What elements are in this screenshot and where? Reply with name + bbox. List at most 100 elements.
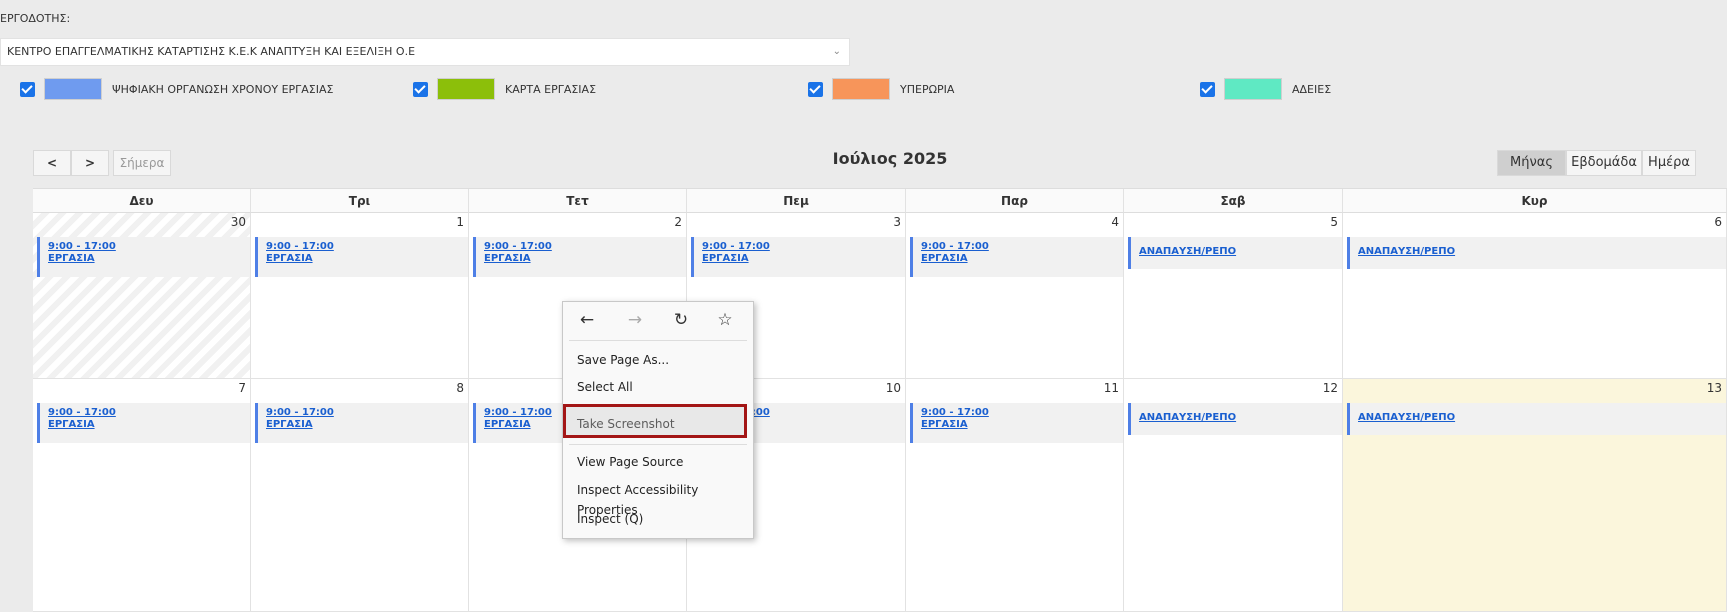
legend-item: ΨΗΦΙΑΚΗ ΟΡΓΑΝΩΣΗ ΧΡΟΝΟΥ ΕΡΓΑΣΙΑΣ: [20, 76, 333, 102]
legend-checkbox[interactable]: [413, 81, 428, 97]
menu-separator: [569, 340, 747, 341]
menu-item-inspect[interactable]: Inspect (Q): [577, 509, 643, 529]
day-cell[interactable]: 13 ΑΝΑΠΑΥΣΗ/ΡΕΠΟ: [1343, 379, 1727, 612]
day-cell[interactable]: 5 ΑΝΑΠΑΥΣΗ/ΡΕΠΟ: [1124, 213, 1343, 379]
view-button[interactable]: Εβδομάδα: [1566, 150, 1642, 176]
chevron-down-icon: ⌄: [832, 46, 841, 57]
calendar-event[interactable]: 9:00 - 17:00ΕΡΓΑΣΙΑ: [255, 237, 468, 277]
day-number: 2: [674, 215, 682, 229]
day-number: 8: [456, 381, 464, 395]
day-number: 13: [1706, 381, 1722, 395]
day-number: 6: [1714, 215, 1722, 229]
calendar-title: Ιούλιος 2025: [832, 149, 948, 168]
event-label-link[interactable]: ΕΡΓΑΣΙΑ: [266, 253, 460, 265]
menu-item-inspect-accessibility[interactable]: Inspect Accessibility Properties: [577, 480, 753, 517]
calendar-event[interactable]: ΑΝΑΠΑΥΣΗ/ΡΕΠΟ: [1347, 237, 1726, 269]
event-label-link[interactable]: ΑΝΑΠΑΥΣΗ/ΡΕΠΟ: [1358, 246, 1718, 258]
legend-color-swatch: [437, 78, 495, 100]
reload-icon[interactable]: ↻: [671, 310, 691, 330]
legend-checkbox[interactable]: [808, 81, 823, 97]
weekday-header: Πεμ: [687, 189, 906, 213]
calendar-event[interactable]: 9:00 - 17:00ΕΡΓΑΣΙΑ: [910, 237, 1123, 277]
legend-label: ΨΗΦΙΑΚΗ ΟΡΓΑΝΩΣΗ ΧΡΟΝΟΥ ΕΡΓΑΣΙΑΣ: [112, 82, 334, 96]
highlight-box: [563, 404, 747, 438]
day-number: 7: [238, 381, 246, 395]
day-number: 30: [230, 215, 246, 229]
legend-item: ΑΔΕΙΕΣ: [1200, 76, 1331, 102]
legend-label: ΚΑΡΤΑ ΕΡΓΑΣΙΑΣ: [505, 82, 597, 96]
calendar-event[interactable]: 9:00 - 17:00ΕΡΓΑΣΙΑ: [910, 403, 1123, 443]
employer-label: ΕΡΓΟΔΟΤΗΣ:: [0, 12, 71, 25]
event-time-link[interactable]: 9:00 - 17:00: [921, 407, 1115, 419]
calendar-event[interactable]: 9:00 - 17:00ΕΡΓΑΣΙΑ: [37, 403, 250, 443]
day-number: 1: [456, 215, 464, 229]
menu-separator: [569, 444, 747, 445]
day-cell[interactable]: 4 9:00 - 17:00 ΕΡΓΑΣΙΑ: [906, 213, 1124, 379]
event-time-link[interactable]: 9:00 - 17:00: [266, 407, 460, 419]
back-arrow-icon[interactable]: ←: [577, 310, 597, 330]
event-label-link[interactable]: ΑΝΑΠΑΥΣΗ/ΡΕΠΟ: [1358, 412, 1718, 424]
calendar-event[interactable]: 9:00 - 17:00ΕΡΓΑΣΙΑ: [255, 403, 468, 443]
bookmark-star-icon[interactable]: ☆: [715, 310, 735, 330]
event-time-link[interactable]: 9:00 - 17:00: [702, 241, 897, 253]
legend-label: ΥΠΕΡΩΡΙΑ: [900, 82, 955, 96]
event-label-link[interactable]: ΕΡΓΑΣΙΑ: [48, 253, 242, 265]
event-label-link[interactable]: ΕΡΓΑΣΙΑ: [484, 253, 678, 265]
legend-item: ΥΠΕΡΩΡΙΑ: [808, 76, 954, 102]
event-time-link[interactable]: 9:00 - 17:00: [266, 241, 460, 253]
event-time-link[interactable]: 9:00 - 17:00: [921, 241, 1115, 253]
day-number: 12: [1322, 381, 1338, 395]
legend-color-swatch: [832, 78, 890, 100]
weekday-header: Κυρ: [1343, 189, 1727, 213]
event-label-link[interactable]: ΕΡΓΑΣΙΑ: [921, 419, 1115, 431]
day-cell[interactable]: 12 ΑΝΑΠΑΥΣΗ/ΡΕΠΟ: [1124, 379, 1343, 612]
view-button[interactable]: Μήνας: [1497, 150, 1566, 176]
event-time-link[interactable]: 9:00 - 17:00: [484, 241, 678, 253]
employer-select[interactable]: ΚΕΝΤΡΟ ΕΠΑΓΓΕΛΜΑΤΙΚΗΣ ΚΑΤΑΡΤΙΣΗΣ Κ.Ε.Κ Α…: [0, 38, 850, 66]
menu-item-view-page-source[interactable]: View Page Source: [577, 452, 683, 472]
month-grid: Δευ Τρι Τετ Πεμ Παρ Σαβ Κυρ 30 9:00 - 17:00 ΕΡΓΑΣ…: [33, 188, 1727, 612]
today-button[interactable]: Σήμερα: [113, 150, 171, 176]
calendar-event[interactable]: 9:00 - 17:00ΕΡΓΑΣΙΑ: [37, 237, 250, 277]
legend-checkbox[interactable]: [20, 81, 35, 97]
day-cell[interactable]: 8 9:00 - 17:00 ΕΡΓΑΣΙΑ: [251, 379, 469, 612]
event-label-link[interactable]: ΕΡΓΑΣΙΑ: [702, 253, 897, 265]
calendar-event[interactable]: ΑΝΑΠΑΥΣΗ/ΡΕΠΟ: [1128, 237, 1342, 269]
menu-item-save-page-as[interactable]: Save Page As...: [577, 350, 669, 370]
event-label-link[interactable]: ΑΝΑΠΑΥΣΗ/ΡΕΠΟ: [1139, 246, 1334, 258]
weekday-header: Τρι: [251, 189, 469, 213]
weekday-header: Δευ: [33, 189, 251, 213]
event-label-link[interactable]: ΕΡΓΑΣΙΑ: [921, 253, 1115, 265]
calendar-event[interactable]: ΑΝΑΠΑΥΣΗ/ΡΕΠΟ: [1347, 403, 1726, 435]
calendar-event[interactable]: 9:00 - 17:00ΕΡΓΑΣΙΑ: [691, 237, 905, 277]
day-number: 5: [1330, 215, 1338, 229]
day-cell[interactable]: 6 ΑΝΑΠΑΥΣΗ/ΡΕΠΟ: [1343, 213, 1727, 379]
forward-arrow-icon[interactable]: →: [625, 310, 645, 330]
employer-select-value: ΚΕΝΤΡΟ ΕΠΑΓΓΕΛΜΑΤΙΚΗΣ ΚΑΤΑΡΤΙΣΗΣ Κ.Ε.Κ Α…: [7, 45, 416, 58]
prev-button[interactable]: <: [33, 150, 71, 176]
event-label-link[interactable]: ΕΡΓΑΣΙΑ: [48, 419, 242, 431]
day-cell[interactable]: 30 9:00 - 17:00 ΕΡΓΑΣΙΑ: [33, 213, 251, 379]
event-time-link[interactable]: 9:00 - 17:00: [48, 241, 242, 253]
day-number: 3: [893, 215, 901, 229]
event-time-link[interactable]: 9:00 - 17:00: [48, 407, 242, 419]
weekday-header: Σαβ: [1124, 189, 1343, 213]
weekday-header: Τετ: [469, 189, 687, 213]
calendar-event[interactable]: ΑΝΑΠΑΥΣΗ/ΡΕΠΟ: [1128, 403, 1342, 435]
calendar-event[interactable]: 9:00 - 17:00ΕΡΓΑΣΙΑ: [473, 237, 686, 277]
legend-checkbox[interactable]: [1200, 81, 1215, 97]
day-cell[interactable]: 7 9:00 - 17:00 ΕΡΓΑΣΙΑ: [33, 379, 251, 612]
legend-color-swatch: [1224, 78, 1282, 100]
weekday-header: Παρ: [906, 189, 1124, 213]
event-label-link[interactable]: ΕΡΓΑΣΙΑ: [266, 419, 460, 431]
menu-item-select-all[interactable]: Select All: [577, 377, 633, 397]
day-cell[interactable]: 1 9:00 - 17:00 ΕΡΓΑΣΙΑ: [251, 213, 469, 379]
event-label-link[interactable]: ΑΝΑΠΑΥΣΗ/ΡΕΠΟ: [1139, 412, 1334, 424]
legend-label: ΑΔΕΙΕΣ: [1292, 82, 1332, 96]
view-button[interactable]: Ημέρα: [1642, 150, 1696, 176]
day-number: 11: [1103, 381, 1119, 395]
next-button[interactable]: >: [71, 150, 109, 176]
day-cell[interactable]: 11 9:00 - 17:00 ΕΡΓΑΣΙΑ: [906, 379, 1124, 612]
context-menu-nav-row: ← → ↻ ☆: [563, 302, 753, 340]
day-number: 10: [885, 381, 901, 395]
